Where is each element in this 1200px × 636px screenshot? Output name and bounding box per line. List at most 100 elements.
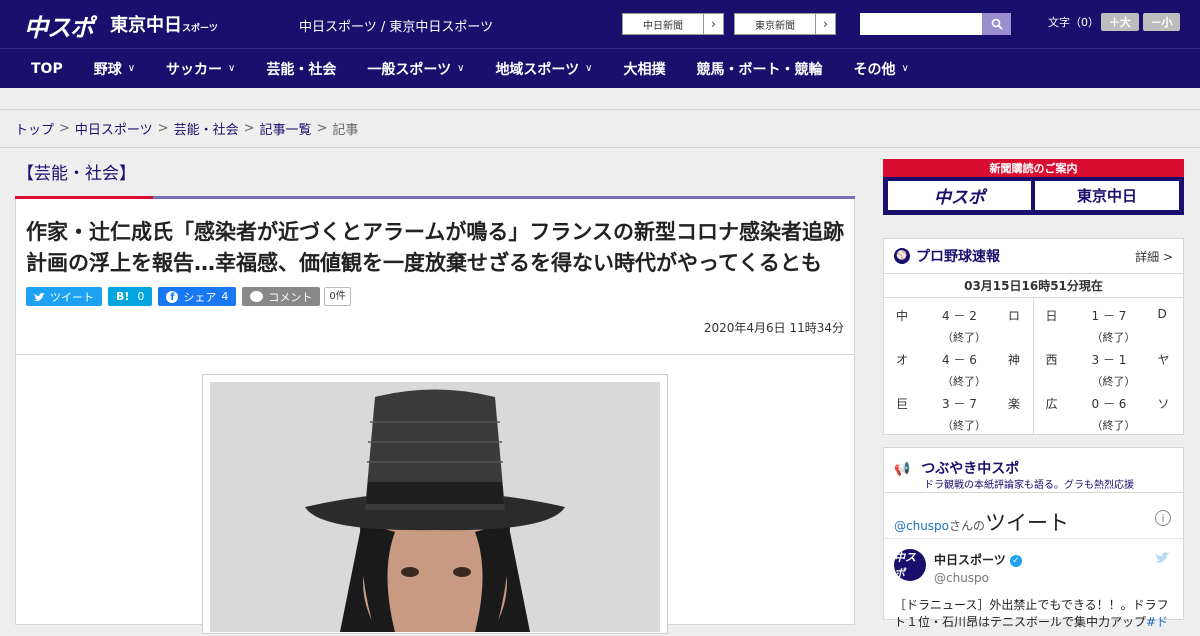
chevron-right-icon: › [815, 14, 835, 34]
tweet-item[interactable]: 中スポ 中日スポーツ ✓ @chuspo ［ドラニュース］外出禁止でもできる！！。… [884, 539, 1183, 629]
team-away: ロ [1008, 309, 1021, 323]
tweet-button[interactable]: ツイート [26, 287, 102, 306]
nav-sumo[interactable]: 大相撲 [624, 59, 666, 79]
font-smaller-button[interactable]: －小 [1143, 13, 1180, 31]
tweet-label: ツイート [50, 290, 94, 304]
portrait-image [210, 382, 660, 636]
chunichi-shimbun-label: 中日新聞 [643, 20, 683, 32]
promo-tokyo-chunichi-logo[interactable]: 東京中日 [1035, 181, 1179, 210]
scores-column-right: 日 1 － 7 D （終了） 西 3 － 1 ヤ （終了） 広 0 － 6 ソ （終了） [1034, 298, 1184, 434]
tweet-body: ［ドラニュース］外出禁止でもできる！！。ドラフト１位・石川昂はテニスボールで集中… [894, 598, 1169, 629]
team-away: D [1157, 307, 1167, 321]
baseball-detail-link[interactable]: 詳細 > [1135, 248, 1173, 265]
scores-column-left: 中 4 － 2 ロ （終了） オ 4 － 6 神 （終了） 巨 3 － 7 楽 （終了） [884, 298, 1034, 434]
game-score: 4 － 2 [942, 309, 977, 323]
category-underline [15, 196, 855, 199]
main-content: 【芸能・社会】 作家・辻仁成氏「感染者が近づくとアラームが鳴る」フランスの新型コ… [15, 150, 855, 636]
game-status: （終了） [942, 375, 986, 388]
tokyo-chunichi-logo[interactable]: 東京中日スポーツ [110, 11, 218, 37]
twitter-box-title: つぶやき中スポ [921, 461, 1020, 477]
game-status: （終了） [942, 419, 986, 432]
game-status: （終了） [942, 331, 986, 344]
chuspo-logo[interactable]: 中スポ [24, 8, 94, 43]
hatena-icon: B! [116, 290, 130, 303]
sidebar: 新聞購読のご案内 中スポ 東京中日 ⚾ プロ野球速報 詳細 > 03月15日16… [883, 159, 1184, 629]
game-score: 3 － 7 [942, 397, 977, 411]
tweet-text: ［ドラニュース］外出禁止でもできる！！。ドラフト１位・石川昂はテニスボールで集中… [894, 597, 1170, 631]
nav-top[interactable]: TOP [31, 61, 63, 77]
facebook-share-count: 4 [221, 290, 229, 303]
game-row[interactable]: 日 1 － 7 D （終了） [1034, 302, 1184, 346]
breadcrumb-chunichi-sports[interactable]: 中日スポーツ [75, 119, 153, 138]
verified-icon: ✓ [1009, 554, 1022, 567]
team-away: 神 [1008, 353, 1021, 367]
tweet-user-name-text: 中日スポーツ [934, 553, 1006, 567]
nav-baseball[interactable]: 野球 ∨ [94, 59, 135, 79]
scores-timestamp: 03月15日16時51分現在 [884, 274, 1183, 298]
facebook-share-button[interactable]: f シェア 4 [158, 287, 237, 306]
font-size-label: 文字（0） [1048, 16, 1099, 29]
chunichi-shimbun-link[interactable]: 中日新聞 › [622, 13, 724, 35]
comment-button[interactable]: コメント [242, 287, 321, 306]
team-home: 中 [896, 309, 909, 323]
breadcrumb-separator: > [243, 121, 255, 136]
nav-general-sports[interactable]: 一般スポーツ ∨ [367, 59, 464, 79]
breadcrumb-article-list[interactable]: 記事一覧 [260, 119, 312, 138]
game-row[interactable]: 西 3 － 1 ヤ （終了） [1034, 346, 1184, 390]
scores-grid: 中 4 － 2 ロ （終了） オ 4 － 6 神 （終了） 巨 3 － 7 楽 （終了） 日 1 －… [884, 298, 1183, 434]
hatena-count: 0 [137, 290, 145, 303]
nav-label: 競馬・ボート・競輪 [696, 61, 823, 78]
twitter-box: 📢 つぶやき中スポ ドラ観戦の本紙評論家も語る。グラも熱烈応援 @chuspoさ… [883, 447, 1184, 629]
game-row[interactable]: 巨 3 － 7 楽 （終了） [884, 390, 1033, 434]
game-row[interactable]: 広 0 － 6 ソ （終了） [1034, 390, 1184, 434]
twitter-box-header: 📢 つぶやき中スポ ドラ観戦の本紙評論家も語る。グラも熱烈応援 [884, 448, 1183, 493]
nav-entertainment[interactable]: 芸能・社会 [266, 59, 336, 79]
subscription-heading: 新聞購読のご案内 [989, 162, 1078, 175]
nav-soccer[interactable]: サッカー ∨ [166, 59, 235, 79]
twitter-bird-icon[interactable] [1155, 551, 1171, 568]
info-icon[interactable]: i [1155, 510, 1171, 526]
avatar[interactable]: 中スポ [894, 549, 926, 581]
chevron-down-icon: ∨ [228, 63, 236, 74]
hatena-button[interactable]: B! 0 [108, 287, 153, 306]
search-input[interactable] [860, 13, 982, 35]
comment-count: 0件 [324, 287, 351, 306]
subscription-banner[interactable]: 新聞購読のご案内 中スポ 東京中日 [883, 159, 1184, 215]
game-row[interactable]: オ 4 － 6 神 （終了） [884, 346, 1033, 390]
facebook-share-label: シェア [183, 290, 217, 304]
megaphone-icon: 📢 [894, 462, 911, 477]
breadcrumb-top[interactable]: トップ [15, 119, 54, 138]
promo-chuspo-logo[interactable]: 中スポ [888, 181, 1031, 210]
nav-other[interactable]: その他 ∨ [854, 59, 909, 79]
tokyo-shimbun-label: 東京新聞 [755, 20, 795, 32]
game-score: 0 － 6 [1091, 397, 1127, 411]
share-bar: ツイート B! 0 f シェア 4 コメント 0件 [16, 279, 854, 306]
nav-label: 芸能・社会 [266, 61, 337, 78]
article-photo[interactable] [202, 374, 668, 636]
font-bigger-button[interactable]: ＋大 [1101, 13, 1139, 31]
article-date: 2020年4月6日 11時34分 [703, 321, 844, 335]
team-away: 楽 [1008, 397, 1021, 411]
tweet-user-handle: @chuspo [934, 571, 990, 585]
ad-strip [0, 88, 1200, 110]
nav-local-sports[interactable]: 地域スポーツ ∨ [495, 59, 592, 79]
breadcrumb-separator: > [316, 121, 328, 136]
search-icon [991, 18, 1003, 30]
tokyo-shimbun-link[interactable]: 東京新聞 › [734, 13, 836, 35]
nav-label: 野球 [93, 61, 122, 78]
search-button[interactable] [982, 13, 1011, 35]
nav-racing[interactable]: 競馬・ボート・競輪 [697, 59, 823, 79]
tweet-user-name[interactable]: 中日スポーツ ✓ [934, 551, 1022, 568]
timeline-header: @chuspoさんのツイート i [884, 493, 1183, 539]
team-home: 広 [1045, 397, 1058, 411]
baseball-icon: ⚾ [894, 248, 910, 264]
team-home: 巨 [896, 397, 909, 411]
timeline-handle-suffix: さんの [949, 519, 986, 533]
breadcrumb-entertainment[interactable]: 芸能・社会 [174, 119, 239, 138]
game-row[interactable]: 中 4 － 2 ロ （終了） [884, 302, 1033, 346]
nav-label: 一般スポーツ [367, 61, 452, 78]
game-score: 3 － 1 [1091, 353, 1127, 367]
timeline-handle-link[interactable]: @chuspo [894, 519, 949, 533]
tweet-hashtag[interactable]: #ド [1146, 615, 1168, 629]
team-away: ソ [1157, 397, 1170, 411]
